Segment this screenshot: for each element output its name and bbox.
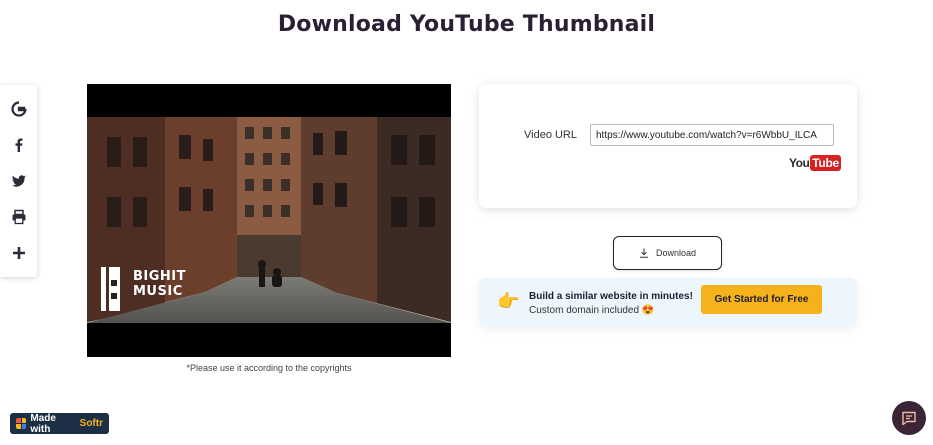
print-icon[interactable] [7,205,31,229]
bighit-logo-text: BIGHIT MUSIC [133,269,186,299]
facebook-icon[interactable] [7,133,31,157]
copyright-note: *Please use it according to the copyrigh… [186,363,352,373]
softr-badge-prefix: Made with [30,412,56,435]
bighit-logo [101,267,120,311]
youtube-logo-you: You [789,156,810,170]
softr-badge-brand: Softr [79,418,103,429]
plus-icon[interactable] [7,241,31,265]
chat-icon [902,411,916,426]
promo-title: Build a similar website in minutes! [529,291,693,302]
thumbnail-image: BIGHIT MUSIC [87,84,451,357]
share-sidebar [0,85,37,277]
get-started-button[interactable]: Get Started for Free [701,285,822,314]
bighit-logo-line2: MUSIC [133,284,183,299]
video-url-input[interactable] [590,124,834,146]
thumbnail-scene: BIGHIT MUSIC [87,117,451,323]
twitter-icon[interactable] [7,169,31,193]
pointing-hand-icon: 👉 [497,291,520,311]
bighit-logo-line1: BIGHIT [133,269,187,284]
download-label: Download [655,248,697,258]
youtube-logo-tube: Tube [810,155,841,171]
promo-banner: 👉 Build a similar website in minutes! Cu… [479,278,857,326]
video-url-card: Video URL You Tube [479,84,857,208]
promo-subtitle: Custom domain included 😍 [529,305,655,316]
youtube-logo: You Tube [789,155,841,171]
download-button[interactable]: Download [613,236,722,270]
softr-logo-icon [16,418,27,429]
made-with-softr-badge[interactable]: Made with Softr [10,412,109,435]
download-icon [639,248,648,258]
video-url-label: Video URL [524,129,577,141]
page: Download YouTube Thumbnail BIGHIT MUSIC … [0,0,933,445]
page-title: Download YouTube Thumbnail [277,12,656,37]
google-icon[interactable] [7,97,31,121]
chat-button[interactable] [892,401,926,435]
